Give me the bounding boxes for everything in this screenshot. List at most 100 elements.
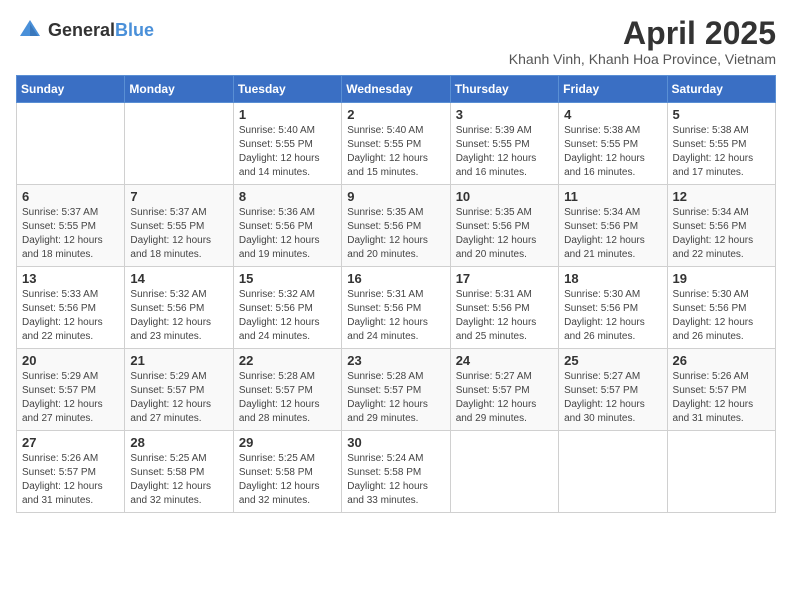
day-detail: Sunrise: 5:31 AM Sunset: 5:56 PM Dayligh… [347,288,444,344]
day-number: 10 [456,189,553,204]
calendar-day-cell: 24 Sunrise: 5:27 AM Sunset: 5:57 PM Dayli… [450,349,558,431]
calendar-day-cell: 29 Sunrise: 5:25 AM Sunset: 5:58 PM Dayli… [233,431,341,513]
calendar-day-cell: 23 Sunrise: 5:28 AM Sunset: 5:57 PM Dayli… [342,349,450,431]
calendar-day-cell: 16 Sunrise: 5:31 AM Sunset: 5:56 PM Dayli… [342,267,450,349]
day-detail: Sunrise: 5:30 AM Sunset: 5:56 PM Dayligh… [673,288,770,344]
calendar-day-cell [667,431,775,513]
calendar-day-cell: 15 Sunrise: 5:32 AM Sunset: 5:56 PM Dayli… [233,267,341,349]
day-number: 2 [347,107,444,122]
day-number: 25 [564,353,661,368]
day-detail: Sunrise: 5:39 AM Sunset: 5:55 PM Dayligh… [456,124,553,180]
calendar-day-cell: 5Sunrise: 5:38 AM Sunset: 5:55 PM Daylig… [667,103,775,185]
day-detail: Sunrise: 5:32 AM Sunset: 5:56 PM Dayligh… [239,288,336,344]
day-number: 30 [347,435,444,450]
day-number: 15 [239,271,336,286]
day-number: 13 [22,271,119,286]
calendar-day-cell: 27Sunrise: 5:26 AM Sunset: 5:57 PM Dayli… [17,431,125,513]
calendar-title: April 2025 [509,16,776,51]
day-detail: Sunrise: 5:34 AM Sunset: 5:56 PM Dayligh… [564,206,661,262]
day-number: 23 [347,353,444,368]
day-detail: Sunrise: 5:29 AM Sunset: 5:57 PM Dayligh… [22,370,119,426]
calendar-location: Khanh Vinh, Khanh Hoa Province, Vietnam [509,51,776,67]
calendar-week-row: 13Sunrise: 5:33 AM Sunset: 5:56 PM Dayli… [17,267,776,349]
day-detail: Sunrise: 5:25 AM Sunset: 5:58 PM Dayligh… [239,452,336,508]
calendar-day-cell: 25 Sunrise: 5:27 AM Sunset: 5:57 PM Dayli… [559,349,667,431]
day-detail: Sunrise: 5:28 AM Sunset: 5:57 PM Dayligh… [347,370,444,426]
day-number: 27 [22,435,119,450]
day-detail: Sunrise: 5:34 AM Sunset: 5:56 PM Dayligh… [673,206,770,262]
calendar-day-cell: 20 Sunrise: 5:29 AM Sunset: 5:57 PM Dayli… [17,349,125,431]
day-number: 8 [239,189,336,204]
calendar-week-row: 6 Sunrise: 5:37 AM Sunset: 5:55 PM Daylig… [17,185,776,267]
calendar-day-header: Wednesday [342,76,450,103]
calendar-day-header: Tuesday [233,76,341,103]
day-number: 7 [130,189,227,204]
day-detail: Sunrise: 5:38 AM Sunset: 5:55 PM Dayligh… [673,124,770,180]
calendar-day-cell: 28Sunrise: 5:25 AM Sunset: 5:58 PM Dayli… [125,431,233,513]
calendar-day-cell [559,431,667,513]
day-number: 26 [673,353,770,368]
calendar-day-header: Monday [125,76,233,103]
calendar-week-row: 1Sunrise: 5:40 AM Sunset: 5:55 PM Daylig… [17,103,776,185]
calendar-day-cell: 17Sunrise: 5:31 AM Sunset: 5:56 PM Dayli… [450,267,558,349]
day-number: 28 [130,435,227,450]
calendar-day-cell: 12Sunrise: 5:34 AM Sunset: 5:56 PM Dayli… [667,185,775,267]
calendar-day-header: Thursday [450,76,558,103]
day-number: 3 [456,107,553,122]
calendar-day-header: Sunday [17,76,125,103]
day-number: 29 [239,435,336,450]
day-number: 4 [564,107,661,122]
day-detail: Sunrise: 5:37 AM Sunset: 5:55 PM Dayligh… [22,206,119,262]
calendar-day-header: Friday [559,76,667,103]
day-detail: Sunrise: 5:38 AM Sunset: 5:55 PM Dayligh… [564,124,661,180]
calendar-day-cell: 7 Sunrise: 5:37 AM Sunset: 5:55 PM Daylig… [125,185,233,267]
day-number: 17 [456,271,553,286]
day-detail: Sunrise: 5:27 AM Sunset: 5:57 PM Dayligh… [564,370,661,426]
day-detail: Sunrise: 5:27 AM Sunset: 5:57 PM Dayligh… [456,370,553,426]
calendar-day-cell: 10 Sunrise: 5:35 AM Sunset: 5:56 PM Dayli… [450,185,558,267]
day-number: 20 [22,353,119,368]
day-number: 18 [564,271,661,286]
day-number: 21 [130,353,227,368]
day-number: 22 [239,353,336,368]
calendar-day-cell: 13Sunrise: 5:33 AM Sunset: 5:56 PM Dayli… [17,267,125,349]
logo-general-text: General [48,20,115,40]
calendar-week-row: 20 Sunrise: 5:29 AM Sunset: 5:57 PM Dayli… [17,349,776,431]
header: GeneralBlue April 2025 Khanh Vinh, Khanh… [16,16,776,67]
day-number: 11 [564,189,661,204]
calendar-day-cell: 26Sunrise: 5:26 AM Sunset: 5:57 PM Dayli… [667,349,775,431]
calendar-table: SundayMondayTuesdayWednesdayThursdayFrid… [16,75,776,513]
calendar-day-cell [125,103,233,185]
calendar-day-header: Saturday [667,76,775,103]
day-detail: Sunrise: 5:32 AM Sunset: 5:56 PM Dayligh… [130,288,227,344]
calendar-day-cell: 9 Sunrise: 5:35 AM Sunset: 5:56 PM Daylig… [342,185,450,267]
day-detail: Sunrise: 5:24 AM Sunset: 5:58 PM Dayligh… [347,452,444,508]
calendar-header-row: SundayMondayTuesdayWednesdayThursdayFrid… [17,76,776,103]
day-detail: Sunrise: 5:37 AM Sunset: 5:55 PM Dayligh… [130,206,227,262]
day-number: 14 [130,271,227,286]
calendar-day-cell: 8 Sunrise: 5:36 AM Sunset: 5:56 PM Daylig… [233,185,341,267]
title-block: April 2025 Khanh Vinh, Khanh Hoa Provinc… [509,16,776,67]
day-detail: Sunrise: 5:29 AM Sunset: 5:57 PM Dayligh… [130,370,227,426]
day-detail: Sunrise: 5:40 AM Sunset: 5:55 PM Dayligh… [347,124,444,180]
calendar-day-cell: 30 Sunrise: 5:24 AM Sunset: 5:58 PM Dayli… [342,431,450,513]
calendar-body: 1Sunrise: 5:40 AM Sunset: 5:55 PM Daylig… [17,103,776,513]
day-number: 24 [456,353,553,368]
day-detail: Sunrise: 5:35 AM Sunset: 5:56 PM Dayligh… [456,206,553,262]
day-detail: Sunrise: 5:40 AM Sunset: 5:55 PM Dayligh… [239,124,336,180]
day-detail: Sunrise: 5:30 AM Sunset: 5:56 PM Dayligh… [564,288,661,344]
calendar-week-row: 27Sunrise: 5:26 AM Sunset: 5:57 PM Dayli… [17,431,776,513]
day-detail: Sunrise: 5:28 AM Sunset: 5:57 PM Dayligh… [239,370,336,426]
calendar-day-cell: 1Sunrise: 5:40 AM Sunset: 5:55 PM Daylig… [233,103,341,185]
day-detail: Sunrise: 5:36 AM Sunset: 5:56 PM Dayligh… [239,206,336,262]
day-detail: Sunrise: 5:35 AM Sunset: 5:56 PM Dayligh… [347,206,444,262]
calendar-day-cell: 14 Sunrise: 5:32 AM Sunset: 5:56 PM Dayli… [125,267,233,349]
calendar-day-cell: 6 Sunrise: 5:37 AM Sunset: 5:55 PM Daylig… [17,185,125,267]
day-number: 6 [22,189,119,204]
day-number: 9 [347,189,444,204]
calendar-day-cell: 2 Sunrise: 5:40 AM Sunset: 5:55 PM Daylig… [342,103,450,185]
logo-blue-text: Blue [115,20,154,40]
calendar-day-cell [450,431,558,513]
day-number: 16 [347,271,444,286]
calendar-day-cell [17,103,125,185]
